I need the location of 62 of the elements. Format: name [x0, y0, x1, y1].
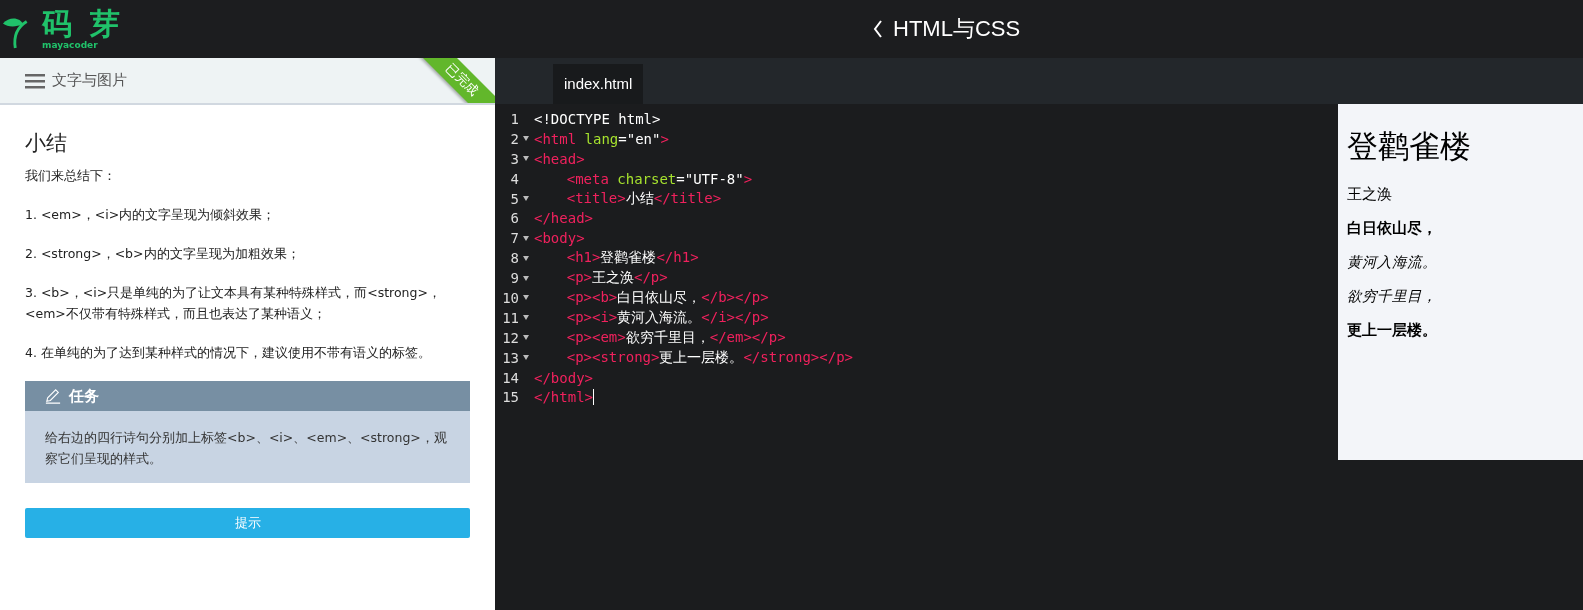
line-number: 5 [509, 190, 519, 207]
line-number: 11 [501, 309, 519, 326]
back-icon[interactable] [873, 20, 883, 38]
fold-arrow-icon[interactable] [523, 255, 529, 261]
line-number: 3 [509, 150, 519, 167]
preview-heading: 登鹳雀楼 [1347, 127, 1472, 166]
preview-text: 黄河入海流。 [1347, 253, 1438, 272]
line-number: 9 [509, 270, 519, 287]
menu-icon[interactable] [25, 72, 45, 89]
fold-arrow-icon[interactable] [523, 355, 529, 361]
code-line: <meta charset="UTF-8"> [565, 170, 753, 187]
code-line: <html lang="en"> [533, 130, 669, 147]
code-line: <!DOCTYPE html> [533, 110, 661, 127]
fold-arrow-icon[interactable] [523, 295, 529, 301]
line-number: 8 [509, 250, 519, 267]
fold-arrow-icon[interactable] [523, 136, 529, 142]
logo-subtitle: mayacoder [42, 40, 99, 50]
code-line: <title>小结</title> [565, 189, 722, 208]
code-line: <p><i>黄河入海流。</i></p> [565, 308, 769, 327]
fold-arrow-icon[interactable] [523, 275, 529, 281]
fold-arrow-icon[interactable] [523, 315, 529, 321]
line-number: 10 [501, 289, 519, 306]
code-line: </head> [533, 210, 593, 227]
line-number: 12 [501, 329, 519, 346]
preview-text: 王之涣 [1347, 185, 1393, 204]
preview-text: 欲穷千里目， [1347, 287, 1438, 306]
code-line: <head> [533, 150, 585, 167]
paragraph: 我们来总结下： [25, 167, 117, 185]
task-text: 给右边的四行诗句分别加上标签<b>、<i>、<em>、<strong>，观察它们呈现的样式。 [44, 429, 448, 468]
code-line: </html> [533, 389, 593, 406]
task-title: 任务 [69, 386, 99, 406]
paragraph: 4. 在单纯的为了达到某种样式的情况下，建议使用不带有语义的标签。 [25, 344, 432, 362]
code-line: <h1>登鹳雀楼</h1> [565, 249, 699, 268]
line-number: 15 [501, 389, 519, 406]
code-line: <p>王之涣</p> [565, 269, 668, 288]
paragraph: 2. <strong>，<b>内的文字呈现为加粗效果； [25, 245, 301, 263]
logo-name: 码 芽 [42, 8, 125, 40]
code-line: <p><b>白日依山尽，</b></p> [565, 288, 769, 307]
line-number: 13 [501, 349, 519, 366]
preview-text: 更上一层楼。 [1347, 320, 1438, 340]
fold-arrow-icon[interactable] [523, 235, 529, 241]
fold-arrow-icon[interactable] [523, 335, 529, 341]
chapter-title[interactable]: 文字与图片 [52, 71, 127, 90]
page-title: HTML与CSS [893, 15, 1021, 43]
line-number: 4 [509, 170, 519, 187]
preview-text: 白日依山尽， [1347, 218, 1438, 238]
pencil-icon [45, 388, 61, 404]
code-line: <p><strong>更上一层楼。</strong></p> [565, 348, 853, 367]
file-tab[interactable]: index.html [553, 64, 644, 104]
fold-arrow-icon[interactable] [523, 156, 529, 162]
code-line: </body> [533, 369, 593, 386]
paragraph: 1. <em>，<i>内的文字呈现为倾斜效果； [25, 206, 277, 224]
line-number: 1 [509, 110, 519, 127]
line-number: 6 [509, 210, 519, 227]
paragraph: 3. <b>，<i>只是单纯的为了让文本具有某种特殊样式，而<strong>，<em>不仅带有特殊样式，而且也表达了某种语义； [25, 284, 442, 323]
section-heading: 小结 [25, 130, 68, 157]
code-line: <body> [533, 230, 585, 247]
code-line: <p><em>欲穷千里目，</em></p> [565, 328, 786, 347]
fold-arrow-icon[interactable] [523, 196, 529, 201]
line-number: 2 [509, 130, 519, 147]
line-number: 7 [509, 230, 519, 247]
line-number: 14 [501, 369, 519, 386]
